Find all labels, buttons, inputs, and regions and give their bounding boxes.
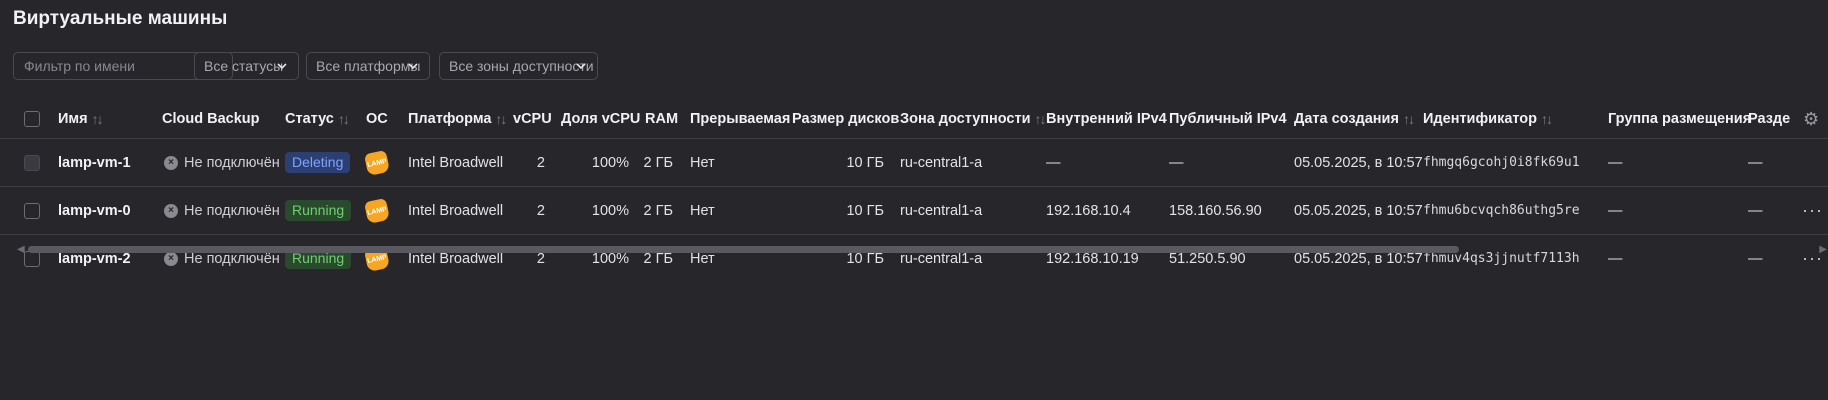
sort-arrows-icon: ↑↓ [1402,111,1415,127]
internal-ip: — [1046,154,1061,171]
gear-icon[interactable]: ⚙ [1803,109,1819,130]
shared: — [1748,250,1763,267]
table-row[interactable]: lamp-vm-1 × Не подключён Deleting LAMP I… [0,138,1828,186]
shared: — [1748,154,1763,171]
sort-arrows-icon: ↑↓ [337,111,350,127]
platform-filter-select[interactable]: Все платформы [306,52,430,80]
vm-id: fhmuv4qs3jjnutf7113h [1423,251,1580,266]
sort-arrows-icon: ↑↓ [91,111,104,127]
preemptible: Нет [690,202,715,219]
table-row[interactable]: lamp-vm-0 × Не подключён Running LAMP In… [0,186,1828,234]
zone: ru-central1-a [900,202,983,219]
vcpu: 2 [536,202,545,219]
public-ip: 51.250.5.90 [1169,250,1246,267]
column-header-disk-size: Размер дисков [792,111,900,127]
status-badge: Deleting [285,152,351,173]
ram: 2 ГБ [643,202,673,219]
backup-status: × Не подключён [164,187,280,234]
platform: Intel Broadwell [408,154,504,171]
scrollbar-thumb[interactable] [28,246,1459,253]
vm-name[interactable]: lamp-vm-0 [58,187,131,234]
chevron-down-icon [408,63,418,70]
vcpu-share: 100% [591,202,629,219]
disk-size: 10 ГБ [846,250,884,267]
lamp-os-icon: LAMP [363,197,391,224]
row-checkbox[interactable] [24,154,40,171]
scroll-right-arrow-icon[interactable]: ▶ [1819,244,1827,255]
created-date: 05.05.2025, в 10:57 [1294,202,1423,219]
internal-ip: 192.168.10.19 [1046,250,1139,267]
chevron-down-icon [576,63,586,70]
column-header-backup: Cloud Backup [162,111,260,127]
created-date: 05.05.2025, в 10:57 [1294,250,1423,267]
vm-name[interactable]: lamp-vm-1 [58,139,131,186]
sort-arrows-icon: ↑↓ [495,111,507,127]
disk-size: 10 ГБ [846,154,884,171]
x-circle-icon: × [164,155,178,170]
vm-name[interactable]: lamp-vm-2 [58,235,131,282]
vcpu-share: 100% [591,250,629,267]
horizontal-scrollbar[interactable]: ◀ ▶ [17,244,1827,255]
vcpu-share: 100% [591,154,629,171]
zone-filter-select[interactable]: Все зоны доступности [439,52,598,80]
vcpu: 2 [536,250,545,267]
platform-filter-value: Все платформы [316,58,421,74]
column-header-ram: RAM [645,111,679,127]
lamp-os-icon: LAMP [363,149,391,176]
created-date: 05.05.2025, в 10:57 [1294,154,1423,171]
row-checkbox[interactable] [24,202,40,219]
ram: 2 ГБ [643,250,673,267]
preemptible: Нет [690,250,715,267]
column-header-id[interactable]: Идентификатор ↑↓ [1423,100,1553,138]
x-circle-icon: × [164,203,178,218]
public-ip: — [1169,154,1184,171]
backup-status: × Не подключён [164,139,280,186]
vm-id: fhmu6bcvqch86uthg5re [1423,203,1580,218]
backup-status: × Не подключён [164,235,280,282]
vcpu: 2 [536,154,545,171]
placement-group: — [1608,202,1623,219]
platform: Intel Broadwell [408,250,504,267]
vm-id: fhmgq6gcohj0i8fk69u1 [1423,155,1580,170]
column-header-placement: Группа размещения [1608,111,1752,127]
chevron-down-icon [277,63,287,70]
column-header-created[interactable]: Дата создания ↑↓ [1294,100,1415,138]
column-header-shared: Раздел [1748,111,1790,127]
column-header-zone[interactable]: Зона доступности ↑↓ [900,100,1047,138]
column-header-status[interactable]: Статус ↑↓ [285,100,350,138]
table-header: Имя ↑↓ Cloud Backup Статус ↑↓ ОС Платформа… [0,100,1828,138]
column-header-internal-ip: Внутренний IPv4 [1046,111,1167,127]
zone-filter-value: Все зоны доступности [449,58,594,74]
more-dots-icon[interactable]: ··· [1802,200,1823,221]
status-filter-value: Все статусы [204,58,284,74]
select-all-checkbox[interactable] [24,111,40,127]
table-row[interactable]: lamp-vm-2 × Не подключён Running LAMP In… [0,234,1828,282]
status-badge: Running [285,200,352,221]
preemptible: Нет [690,154,715,171]
zone: ru-central1-a [900,250,983,267]
disk-size: 10 ГБ [846,202,884,219]
platform: Intel Broadwell [408,202,504,219]
public-ip: 158.160.56.90 [1169,202,1262,219]
column-header-os: ОС [366,111,388,127]
column-header-name[interactable]: Имя ↑↓ [58,100,104,138]
zone: ru-central1-a [900,154,983,171]
column-header-preemptible: Прерываемая [690,111,791,127]
shared: — [1748,202,1763,219]
scroll-left-arrow-icon[interactable]: ◀ [17,244,25,255]
sort-arrows-icon: ↑↓ [1541,111,1553,127]
ram: 2 ГБ [643,154,673,171]
column-header-public-ip: Публичный IPv4 [1169,111,1287,127]
placement-group: — [1608,250,1623,267]
column-header-vcpu-share: Доля vCPU [561,111,641,127]
page-title: Виртуальные машины [13,8,228,29]
placement-group: — [1608,154,1623,171]
sort-arrows-icon: ↑↓ [1034,111,1047,127]
status-filter-select[interactable]: Все статусы [194,52,299,80]
column-header-platform[interactable]: Платформа ↑↓ [408,100,507,138]
column-header-vcpu: vCPU [513,111,552,127]
internal-ip: 192.168.10.4 [1046,202,1131,219]
